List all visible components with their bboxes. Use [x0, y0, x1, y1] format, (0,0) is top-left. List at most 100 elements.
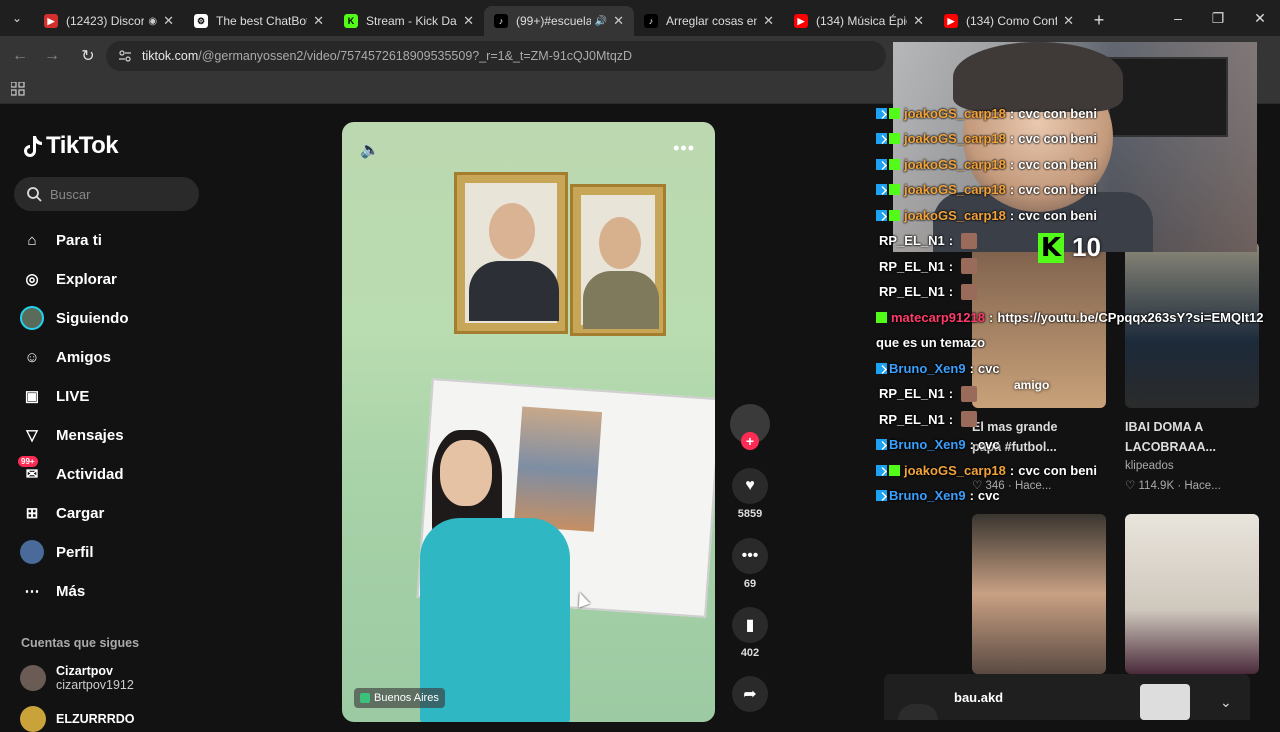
chat-text: que es un temazo — [876, 335, 986, 350]
emote-icon — [961, 411, 978, 427]
followed-account[interactable]: ELZURRRDO — [20, 706, 134, 732]
chat-badge-icon — [876, 158, 887, 170]
chat-message: RP_EL_N1: — [879, 281, 978, 303]
sidebar-item-perfil[interactable]: Perfil — [20, 537, 94, 567]
restore-icon[interactable]: ❐ — [1198, 0, 1238, 36]
tab-label: (12423) Discor — [66, 14, 145, 28]
tab-close-icon[interactable]: ✕ — [1063, 13, 1074, 29]
tab-close-icon[interactable]: ✕ — [313, 13, 324, 29]
volume-icon[interactable]: 🔈 — [360, 140, 380, 160]
chat-separator: : — [969, 437, 974, 452]
sidebar-item-más[interactable]: ⋯ Más — [20, 576, 86, 606]
chat-username: joakoGS_carp18 — [904, 207, 1006, 223]
chat-separator: : — [948, 284, 954, 299]
chevron-down-icon[interactable]: ⌄ — [1220, 694, 1232, 711]
chat-username: Bruno_Xen9 — [889, 437, 966, 452]
browser-tab[interactable]: ♪ (99+)#escuela 🔊 ✕ — [484, 6, 634, 36]
tab-label: (99+)#escuela — [516, 14, 591, 28]
browser-tab[interactable]: ♪ Arreglar cosas en ✕ — [634, 6, 784, 36]
video-player[interactable]: 🔈 ••• Buenos Aires — [342, 122, 715, 722]
related-video-thumb[interactable] — [1125, 514, 1259, 674]
chat-message: joakoGS_carp18: cvc con beni — [876, 128, 1097, 150]
new-tab-button[interactable]: + — [1084, 10, 1114, 31]
chat-message: joakoGS_carp18: cvc con beni — [876, 459, 1097, 481]
close-window-icon[interactable]: ✕ — [1240, 0, 1280, 36]
tab-audio-icon[interactable]: ◉ — [148, 16, 157, 27]
sidebar-item-para-ti[interactable]: ⌂ Para ti — [20, 225, 102, 255]
chat-message: RP_EL_N1: — [879, 383, 978, 405]
portrait-frame-right — [570, 184, 666, 336]
like-count: 5859 — [737, 508, 763, 520]
chat-badge-icon — [889, 133, 900, 144]
sidebar-item-label: Actividad — [56, 465, 124, 483]
portrait-frame-left — [454, 172, 568, 334]
tab-close-icon[interactable]: ✕ — [763, 13, 774, 29]
tab-label: (134) Música Épic — [816, 14, 908, 28]
activity-icon: ✉ 99+ — [18, 456, 44, 486]
location-tag[interactable]: Buenos Aires — [354, 688, 445, 708]
browser-tab[interactable]: ▶ (12423) Discor ◉ ✕ — [34, 6, 184, 36]
sidebar-item-siguiendo[interactable]: Siguiendo — [20, 303, 129, 333]
sidebar-item-label: Para ti — [56, 231, 102, 249]
tiktok-logo[interactable]: TikTok — [22, 132, 119, 160]
chat-separator: : — [969, 488, 974, 503]
chat-separator: : — [948, 233, 954, 248]
chat-message: RP_EL_N1: — [879, 230, 978, 252]
chat-message: joakoGS_carp18: cvc con beni — [876, 204, 1097, 226]
teacher-face — [440, 440, 492, 506]
forward-icon[interactable]: → — [36, 47, 68, 65]
tab-close-icon[interactable]: ✕ — [163, 13, 174, 29]
tab-close-icon[interactable]: ✕ — [463, 13, 474, 29]
avatar — [20, 706, 46, 732]
sidebar-item-explorar[interactable]: ◎ Explorar — [20, 264, 116, 294]
tab-search-chevron-icon[interactable]: ⌄ — [0, 0, 34, 36]
sidebar-item-label: Mensajes — [56, 426, 124, 444]
browser-tab[interactable]: ⚙ The best ChatBot ✕ — [184, 6, 334, 36]
tab-close-icon[interactable]: ✕ — [913, 13, 924, 29]
chat-message: matecarp91218: https://youtu.be/CPpqqx263… — [876, 306, 1264, 328]
thumbnail-image — [1140, 684, 1190, 720]
chat-separator: : — [1009, 182, 1015, 197]
share-button[interactable]: ➦ — [728, 676, 772, 712]
chat-text: cvc con beni — [1018, 131, 1097, 146]
chat-text: cvc — [977, 360, 1000, 376]
reload-icon[interactable]: ↻ — [72, 46, 104, 66]
browser-tab[interactable]: ▶ (134) Como Confi ✕ — [934, 6, 1084, 36]
sidebar-item-amigos[interactable]: ☺ Amigos — [20, 342, 111, 372]
tab-favicon-icon: ▶ — [794, 14, 808, 28]
chat-username: RP_EL_N1 — [879, 233, 945, 248]
browser-tab[interactable]: ▶ (134) Música Épic ✕ — [784, 6, 934, 36]
search-icon — [27, 187, 42, 202]
account-name: Cizartpov — [56, 664, 113, 678]
related-video-thumb[interactable] — [972, 514, 1106, 674]
tiktok-note-icon — [24, 136, 42, 157]
url-field[interactable]: tiktok.com/@germanyossen2/video/75745726… — [106, 41, 886, 71]
tab-favicon-icon: ♪ — [494, 14, 508, 28]
chat-badge-icon — [876, 490, 887, 501]
minimize-icon[interactable]: – — [1158, 0, 1198, 36]
sidebar-item-live[interactable]: ▣ LIVE — [20, 381, 89, 411]
browser-tab[interactable]: K Stream - Kick Das ✕ — [334, 6, 484, 36]
search-input[interactable]: Buscar — [14, 177, 199, 211]
apps-grid-icon[interactable] — [11, 82, 25, 96]
chat-text: cvc con beni — [1018, 105, 1097, 121]
back-icon[interactable]: ← — [4, 47, 36, 65]
bottom-notification-bar[interactable]: bau.akd ⌄ — [884, 674, 1250, 720]
save-button[interactable]: ▮ 402 — [728, 607, 772, 659]
location-label: Buenos Aires — [374, 692, 439, 704]
chat-separator: : — [948, 258, 954, 274]
tab-audio-icon[interactable]: 🔊 — [595, 16, 607, 27]
tab-close-icon[interactable]: ✕ — [613, 13, 624, 29]
like-button[interactable]: ♥ 5859 — [728, 468, 772, 520]
chat-separator: : — [1009, 131, 1015, 146]
site-info-icon[interactable] — [118, 49, 132, 63]
comment-button[interactable]: ••• 69 — [728, 538, 772, 590]
sidebar-item-cargar[interactable]: ⊞ Cargar — [20, 498, 105, 528]
more-options-icon[interactable]: ••• — [673, 138, 695, 159]
chat-text: cvc con beni — [1018, 182, 1097, 197]
follow-plus-icon[interactable]: + — [741, 432, 759, 450]
bottom-bar-username: bau.akd — [954, 689, 1004, 705]
sidebar-item-actividad[interactable]: ✉ 99+ Actividad — [18, 456, 124, 489]
followed-account[interactable]: Cizartpov cizartpov1912 — [20, 664, 134, 692]
sidebar-item-mensajes[interactable]: ▽ Mensajes — [20, 420, 124, 450]
